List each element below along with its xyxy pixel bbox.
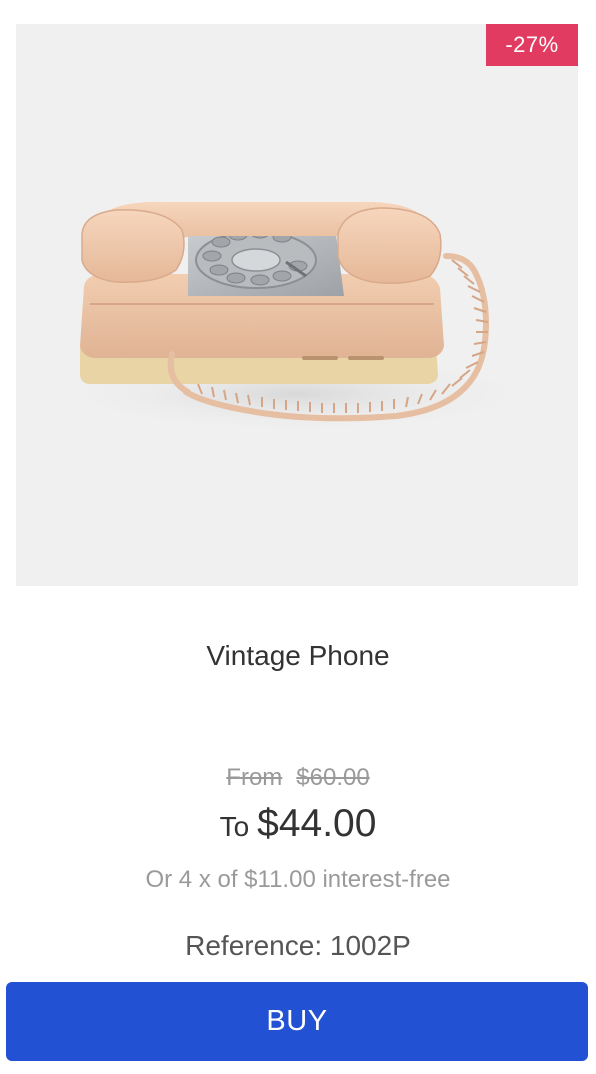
price-to-label: To [219, 811, 250, 842]
installments-text: Or 4 x of $11.00 interest-free [145, 866, 451, 893]
price-from-label: From [226, 764, 283, 791]
price-from-value: $60.00 [296, 764, 370, 791]
product-image[interactable]: -27% [16, 24, 578, 586]
discount-badge: -27% [486, 24, 578, 66]
sale-price: To $44.00 [0, 802, 596, 846]
product-reference: Reference: 1002P [185, 930, 411, 961]
price-to-value: $44.00 [257, 802, 377, 845]
buy-button[interactable]: BUY [6, 982, 588, 1061]
product-name: Vintage Phone [206, 640, 390, 671]
vintage-phone-image [46, 201, 546, 434]
original-price: From $60.00 [0, 764, 596, 792]
